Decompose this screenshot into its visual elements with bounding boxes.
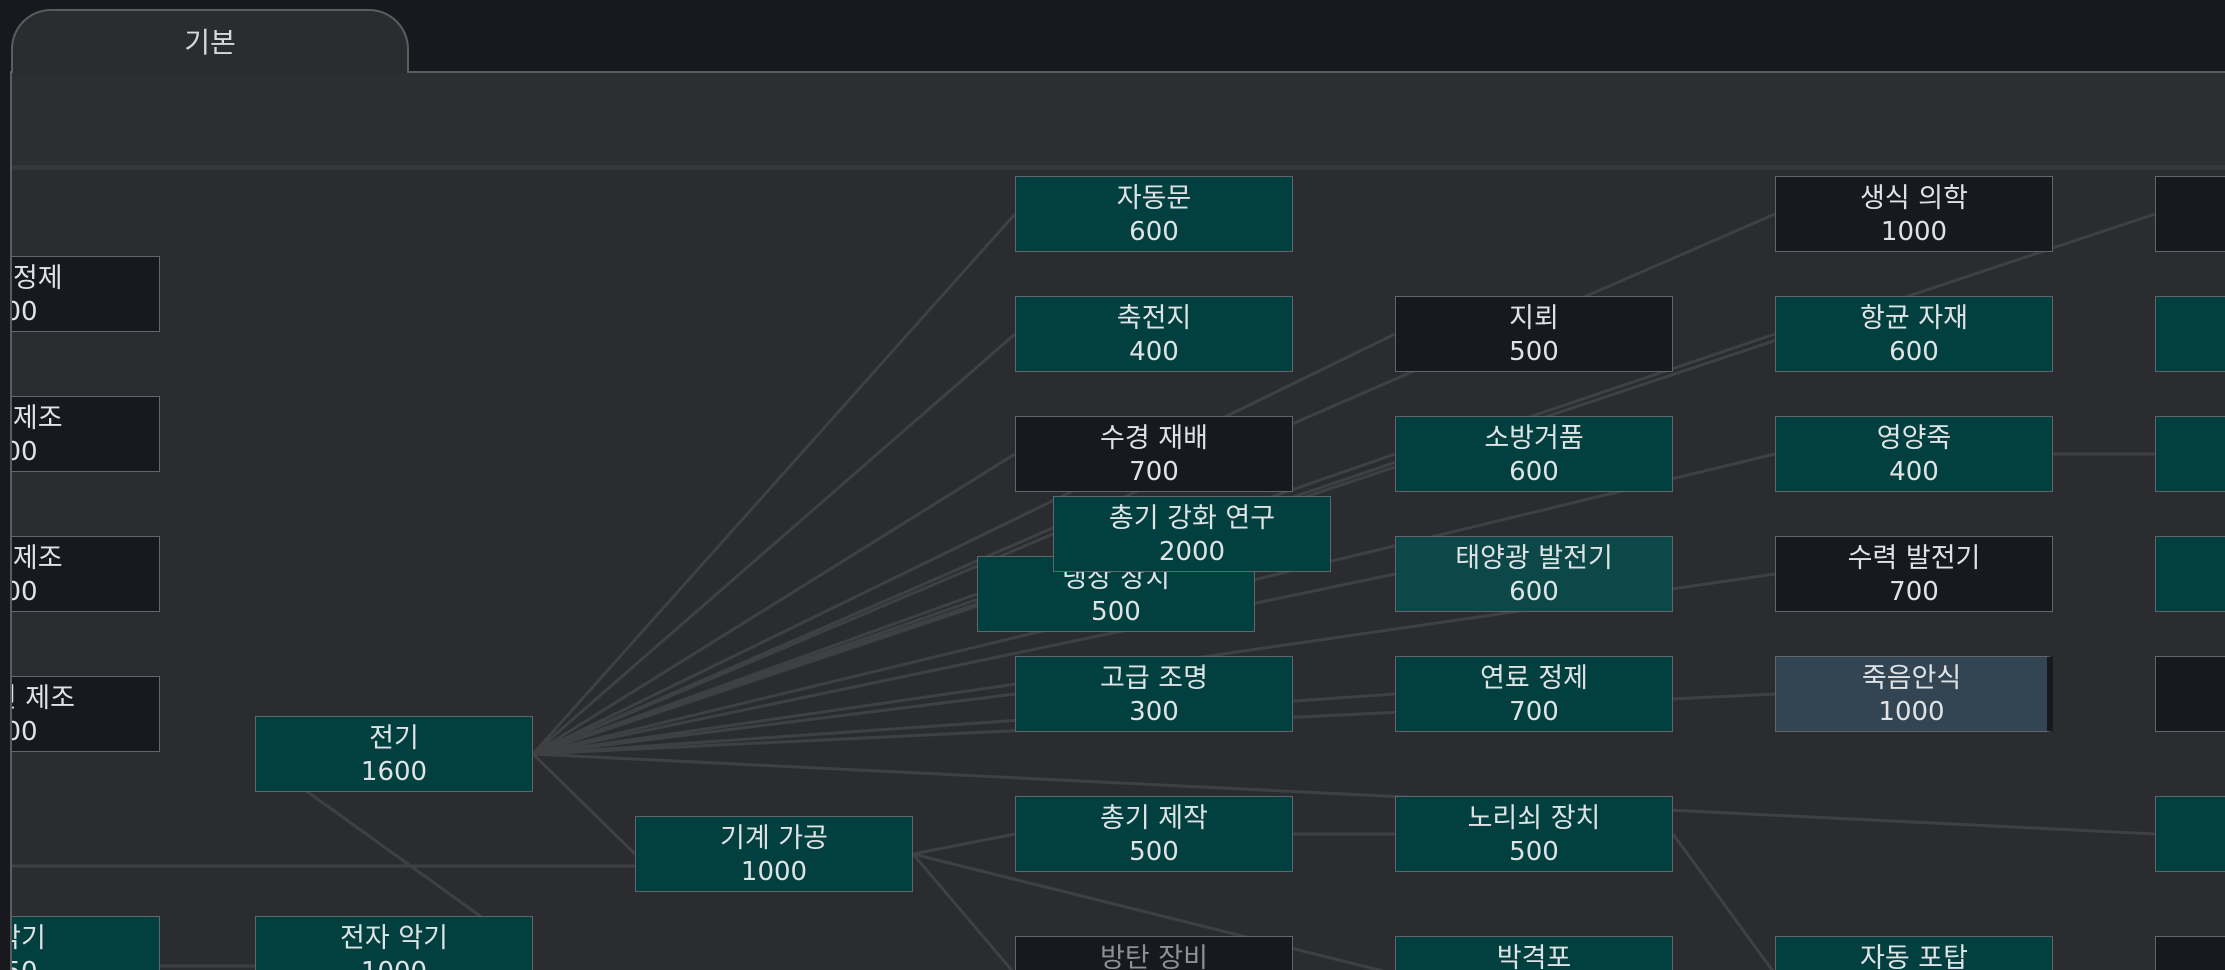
- node-cost: 300: [1129, 697, 1179, 727]
- node-cost: 600: [1509, 577, 1559, 607]
- link-electricity-batteries: [532, 332, 1016, 756]
- research-node-partial-3[interactable]: 소 제조00: [12, 536, 160, 612]
- research-node-electricity[interactable]: 전기 1600: [255, 716, 533, 792]
- research-node-partial-4[interactable]: 릴린 제조00: [12, 676, 160, 752]
- research-node-solar-panels[interactable]: 태양광 발전기 600: [1395, 536, 1673, 612]
- node-name: 릴린 제조: [12, 683, 75, 714]
- research-node-machining[interactable]: 기계 가공 1000: [635, 816, 913, 892]
- node-name: 악기: [12, 923, 46, 954]
- research-node-ied[interactable]: 지뢰 500: [1395, 296, 1673, 372]
- node-cost: 50: [12, 957, 219, 970]
- node-name: 영양죽: [1876, 423, 1952, 454]
- research-screen: 기본 분 정제00 업 제조00 소 제조00 릴린 제조00 악기50 전기1…: [0, 0, 2225, 970]
- node-cost: 500: [1509, 837, 1559, 867]
- node-cost: 1000: [1880, 217, 1948, 247]
- research-node-edge-6[interactable]: [2155, 796, 2225, 872]
- node-name: 업 제조: [12, 403, 63, 434]
- node-cost: 600: [1889, 337, 1939, 367]
- node-name: 총기 강화 연구: [1108, 503, 1276, 534]
- node-cost: 00: [12, 437, 38, 467]
- research-node-autocannon[interactable]: 자동 포탑: [1775, 936, 2053, 970]
- research-node-gun-upgrade-research[interactable]: 총기 강화 연구 2000: [1053, 496, 1331, 572]
- research-node-partial-1[interactable]: 분 정제00: [12, 256, 160, 332]
- node-name: 생식 의학: [1860, 183, 1968, 214]
- research-node-hydroponics[interactable]: 수경 재배 700: [1015, 416, 1293, 492]
- node-cost: 1000: [1878, 697, 1945, 727]
- node-name: 전자 악기: [340, 923, 448, 954]
- node-cost: 500: [1509, 337, 1559, 367]
- node-cost: 00: [12, 297, 38, 327]
- research-tree-panel[interactable]: 분 정제00 업 제조00 소 제조00 릴린 제조00 악기50 전기1600…: [10, 71, 2225, 970]
- node-cost: 600: [1129, 217, 1179, 247]
- tab-join: [13, 70, 407, 74]
- research-node-edge-1[interactable]: [2155, 176, 2225, 252]
- research-node-partial-2[interactable]: 업 제조00: [12, 396, 160, 472]
- node-cost: 1600: [360, 757, 428, 787]
- node-name: 수력 발전기: [1847, 543, 1981, 574]
- node-cost: 700: [1129, 457, 1179, 487]
- research-node-fuel-refining[interactable]: 연료 정제 700: [1395, 656, 1673, 732]
- research-node-deathrest[interactable]: 죽음안식 1000: [1775, 656, 2053, 732]
- node-name: 축전지: [1116, 303, 1192, 334]
- node-cost: 700: [1889, 577, 1939, 607]
- node-cost: 00: [12, 717, 38, 747]
- node-name: 기계 가공: [720, 823, 828, 854]
- research-node-sterile-materials[interactable]: 항균 자재 600: [1775, 296, 2053, 372]
- node-name: 박격포: [1496, 943, 1572, 970]
- node-cost: 400: [1129, 337, 1179, 367]
- research-node-edge-5[interactable]: [2155, 656, 2225, 732]
- node-name: 자동 포탑: [1860, 943, 1968, 970]
- node-name: 자동문: [1116, 183, 1192, 214]
- node-cost: 700: [1509, 697, 1559, 727]
- research-node-batteries[interactable]: 축전지 400: [1015, 296, 1293, 372]
- node-cost: 2000: [1158, 537, 1226, 567]
- node-cost: 00: [12, 577, 38, 607]
- node-name: 총기 제작: [1100, 803, 1208, 834]
- research-node-watermill[interactable]: 수력 발전기 700: [1775, 536, 2053, 612]
- node-name: 고급 조명: [1100, 663, 1208, 694]
- research-node-nutrient-paste[interactable]: 영양죽 400: [1775, 416, 2053, 492]
- node-name: 음: [2096, 303, 2225, 335]
- research-node-bolt-action[interactable]: 노리쇠 장치 500: [1395, 796, 1673, 872]
- research-node-gunsmithing[interactable]: 총기 제작 500: [1015, 796, 1293, 872]
- research-node-autodoors[interactable]: 자동문 600: [1015, 176, 1293, 252]
- node-name: 분 정제: [12, 263, 63, 294]
- research-node-edge-2[interactable]: 음: [2155, 296, 2225, 372]
- research-node-edge-7[interactable]: [2155, 936, 2225, 970]
- research-node-mortars[interactable]: 박격포: [1395, 936, 1673, 970]
- node-name: 연료 정제: [1480, 663, 1588, 694]
- research-node-edge-3[interactable]: [2155, 416, 2225, 492]
- node-name: 죽음안식: [1861, 663, 1962, 694]
- node-cost: 500: [1129, 837, 1179, 867]
- node-name: 수경 재배: [1100, 423, 1208, 454]
- tab-label: 기본: [184, 26, 236, 59]
- node-name: 지뢰: [1509, 303, 1559, 334]
- research-node-edge-4[interactable]: [2155, 536, 2225, 612]
- node-cost: 600: [1509, 457, 1559, 487]
- research-node-partial-5[interactable]: 악기50: [12, 916, 160, 970]
- research-node-advanced-lighting[interactable]: 고급 조명 300: [1015, 656, 1293, 732]
- node-name: 노리쇠 장치: [1467, 803, 1601, 834]
- node-name: 방탄 장비: [1100, 943, 1208, 970]
- node-cost: 1000: [740, 857, 808, 887]
- node-name: 전기: [369, 723, 419, 754]
- node-name: 태양광 발전기: [1455, 543, 1613, 574]
- research-node-flak-armor[interactable]: 방탄 장비: [1015, 936, 1293, 970]
- node-name: 소 제조: [12, 543, 63, 574]
- research-node-firefoam[interactable]: 소방거품 600: [1395, 416, 1673, 492]
- node-name: 항균 자재: [1860, 303, 1968, 334]
- node-cost: 400: [1889, 457, 1939, 487]
- tab-basic[interactable]: 기본: [11, 9, 409, 73]
- research-node-electric-instruments[interactable]: 전자 악기1000: [255, 916, 533, 970]
- node-cost: 1000: [196, 957, 592, 970]
- node-name: 소방거품: [1484, 423, 1584, 454]
- research-node-fertility[interactable]: 생식 의학 1000: [1775, 176, 2053, 252]
- node-cost: 500: [1091, 597, 1141, 627]
